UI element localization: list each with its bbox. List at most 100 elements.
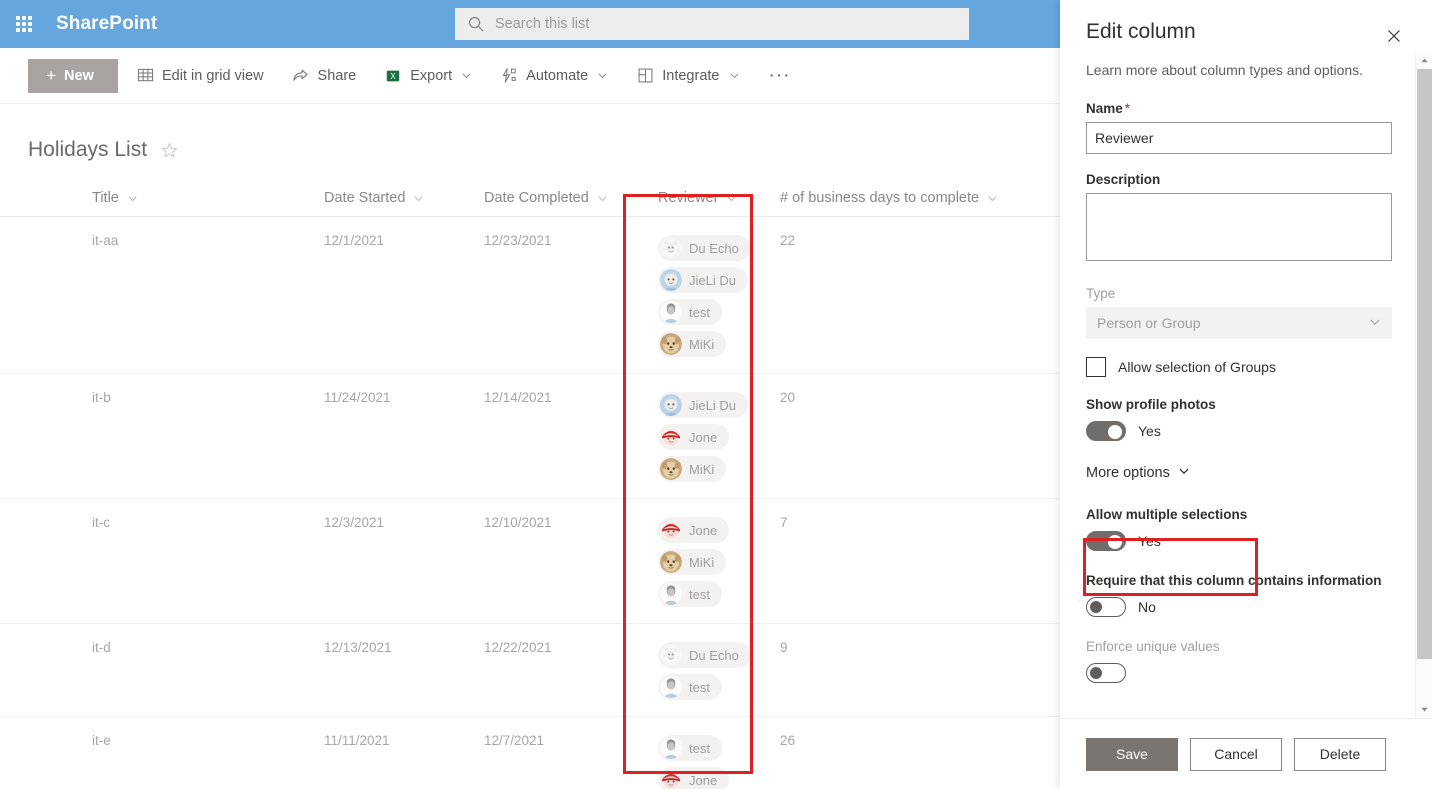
avatar [660,676,682,698]
persona-chip[interactable]: test [658,674,722,700]
search-icon [468,16,484,32]
cell-title[interactable]: it-c [0,498,310,624]
automate-button[interactable]: Automate [490,56,618,96]
cell-business-days: 9 [766,623,1060,717]
require-information-block: Require that this column contains inform… [1086,571,1406,617]
more-commands-button[interactable]: ··· [764,56,796,96]
svg-text:X: X [391,72,397,81]
column-header-date-completed[interactable]: Date Completed [470,182,636,217]
persona-name: test [689,740,710,756]
persona-chip[interactable]: Du Echo [658,235,751,261]
persona-chip[interactable]: test [658,299,722,325]
edit-in-grid-view-button[interactable]: Edit in grid view [126,56,274,96]
cell-title[interactable]: it-b [0,373,310,499]
persona-name: MiKi [689,336,715,352]
search-box[interactable] [455,8,969,40]
require-information-label: Require that this column contains inform… [1086,573,1382,588]
app-launcher-icon[interactable] [0,0,48,48]
show-profile-photos-toggle[interactable] [1086,421,1126,441]
chevron-down-icon[interactable] [413,193,424,204]
plus-icon: + [46,66,57,85]
sharepoint-brand-label[interactable]: SharePoint [56,13,157,35]
scrollbar-track[interactable] [1416,69,1432,701]
integrate-button[interactable]: Integrate [626,56,749,96]
persona-name: Jone [689,772,718,788]
more-options-button[interactable]: More options [1086,465,1190,481]
persona-name: Jone [689,522,718,538]
column-header-date-started[interactable]: Date Started [310,182,470,217]
column-header-label: Title [92,190,119,206]
persona-chip[interactable]: Du Echo [658,642,751,668]
share-label: Share [317,67,357,84]
new-button[interactable]: + New [28,58,118,93]
persona-name: test [689,304,710,320]
allow-groups-row[interactable]: Allow selection of Groups [1086,357,1406,377]
grid-body: it-aa 12/1/2021 12/23/2021 Du Echo JieLi Du t… [0,216,1060,789]
list-title-row: Holidays List [0,104,1060,162]
cell-title[interactable]: it-aa [0,216,310,374]
persona-name: test [689,586,710,602]
persona-chip[interactable]: JieLi Du [658,267,748,293]
chevron-down-icon[interactable] [597,193,608,204]
close-icon[interactable] [1380,22,1408,50]
persona-chip[interactable]: Jone [658,424,730,450]
avatar [660,269,682,291]
search-input[interactable] [495,16,935,32]
cell-business-days: 7 [766,498,1060,624]
description-textarea[interactable] [1086,193,1392,261]
enforce-unique-values-toggle-row[interactable] [1086,663,1406,683]
panel-scrollbar[interactable] [1415,52,1432,718]
persona-chip[interactable]: JieLi Du [658,392,748,418]
persona-chip[interactable]: test [658,581,722,607]
column-header-business-days[interactable]: # of business days to complete [766,182,1060,217]
delete-button[interactable]: Delete [1294,737,1386,771]
column-header-label: Reviewer [658,190,719,206]
table-row[interactable]: it-aa 12/1/2021 12/23/2021 Du Echo JieLi Du t… [0,216,1060,374]
chevron-down-icon[interactable] [987,193,998,204]
column-header-title[interactable]: Title [0,182,310,217]
cell-title[interactable]: it-e [0,716,310,789]
allow-multiple-selections-toggle-row[interactable]: Yes [1086,531,1406,551]
persona-chip[interactable]: MiKi [658,456,727,482]
persona-name: MiKi [689,461,715,477]
chevron-down-icon[interactable] [127,193,138,204]
save-button[interactable]: Save [1086,737,1178,771]
type-selected-value: Person or Group [1097,315,1201,331]
export-button[interactable]: X Export [374,56,482,96]
name-input[interactable] [1086,122,1392,154]
allow-multiple-selections-state: Yes [1138,533,1161,549]
new-button-label: New [64,67,94,84]
table-row[interactable]: it-c 12/3/2021 12/10/2021 Jone MiKi test 7 [0,498,1060,624]
persona-chip[interactable]: Jone [658,517,730,543]
star-icon[interactable] [161,141,178,159]
show-profile-photos-toggle-row[interactable]: Yes [1086,421,1406,441]
cell-reviewer: Jone MiKi test [636,498,766,624]
scroll-up-arrow-icon[interactable] [1416,52,1432,69]
column-header-reviewer[interactable]: Reviewer [636,182,766,217]
persona-chip[interactable]: MiKi [658,549,727,575]
enforce-unique-values-toggle[interactable] [1086,663,1126,683]
cell-date-started: 11/11/2021 [310,716,470,789]
allow-groups-checkbox[interactable] [1086,357,1106,377]
persona-chip[interactable]: MiKi [658,331,727,357]
persona-chip[interactable]: test [658,735,722,761]
avatar [660,301,682,323]
cancel-button[interactable]: Cancel [1190,737,1282,771]
cell-title[interactable]: it-d [0,623,310,717]
require-information-toggle-row[interactable]: No [1086,597,1406,617]
allow-multiple-selections-toggle[interactable] [1086,531,1126,551]
table-row[interactable]: it-d 12/13/2021 12/22/2021 Du Echo test 9 [0,623,1060,717]
persona-chip[interactable]: Jone [658,767,730,789]
allow-multiple-selections-block: Allow multiple selections Yes [1086,505,1406,551]
avatar [660,737,682,759]
chevron-down-icon [461,70,472,81]
table-row[interactable]: it-e 11/11/2021 12/7/2021 test Jone 26 [0,716,1060,789]
scrollbar-thumb[interactable] [1417,69,1432,659]
scroll-down-arrow-icon[interactable] [1416,701,1432,718]
sharepoint-list-page: SharePoint + New Ed [0,0,1432,789]
share-button[interactable]: Share [282,56,367,96]
chevron-down-icon[interactable] [726,193,737,204]
avatar [660,237,682,259]
table-row[interactable]: it-b 11/24/2021 12/14/2021 JieLi Du Jone MiKi… [0,373,1060,499]
require-information-toggle[interactable] [1086,597,1126,617]
